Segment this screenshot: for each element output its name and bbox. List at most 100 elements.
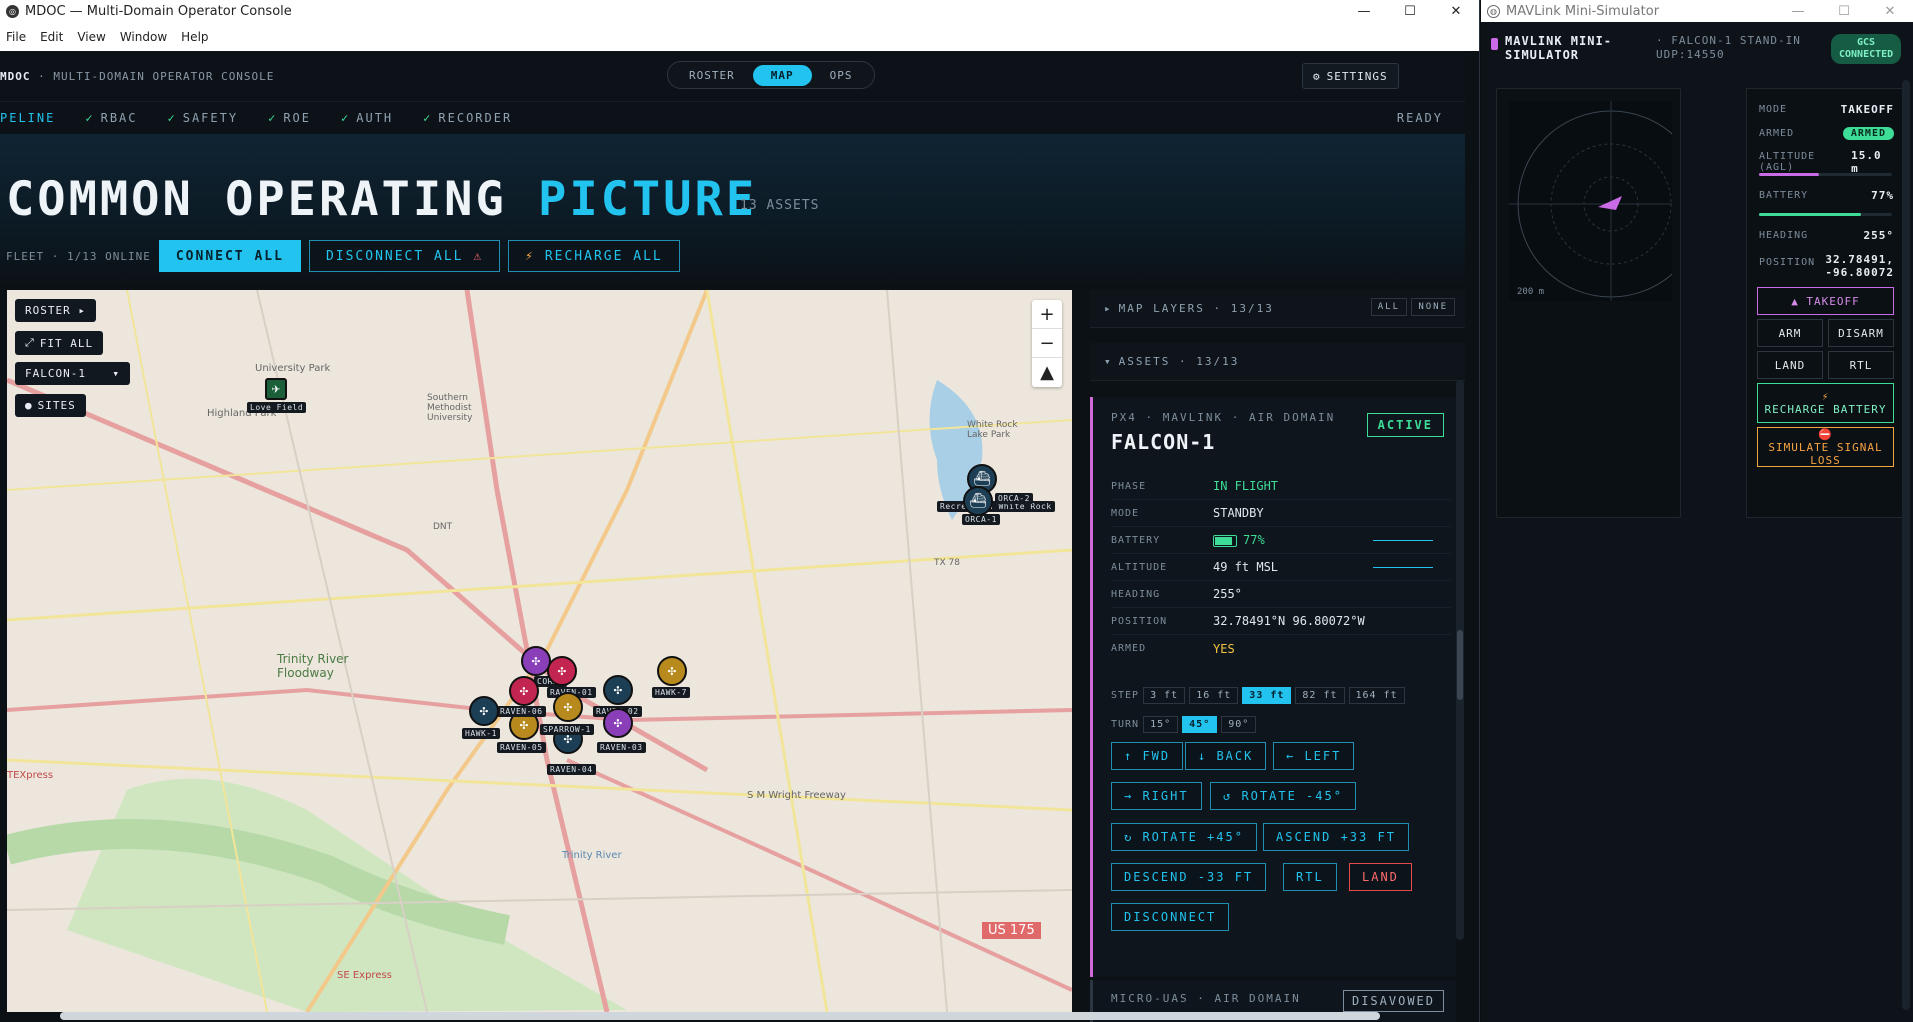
layers-all-button[interactable]: ALL bbox=[1370, 298, 1407, 316]
side-panel: ▸ MAP LAYERS · 13/13 ALL NONE ▾ ASSETS · 1… bbox=[1090, 290, 1465, 1022]
position-row: POSITION 32.78491°N 96.80072°W bbox=[1111, 608, 1451, 635]
check-icon: ✓ bbox=[85, 111, 95, 125]
turn-option[interactable]: 15° bbox=[1143, 716, 1179, 733]
pipeline-rbac: ✓ RBAC bbox=[85, 111, 138, 125]
menu-edit[interactable]: Edit bbox=[40, 30, 63, 44]
fleet-bar: FLEET · 1/13 ONLINE CONNECT ALL DISCONNE… bbox=[6, 240, 680, 272]
asset-name: FALCON-1 bbox=[1111, 430, 1216, 454]
descend-button[interactable]: DESCEND -33 FT bbox=[1111, 863, 1267, 891]
simulator-subtitle: · FALCON-1 STAND-IN UDP:14550 bbox=[1656, 34, 1801, 61]
menu-file[interactable]: File bbox=[6, 30, 26, 44]
right-button[interactable]: → RIGHT bbox=[1111, 782, 1202, 810]
map-label: White Rock Lake Park bbox=[967, 420, 1018, 440]
horizontal-scrollbar[interactable] bbox=[60, 1012, 1380, 1020]
land-button[interactable]: LAND bbox=[1757, 351, 1823, 379]
step-option[interactable]: 82 ft bbox=[1295, 687, 1345, 704]
tab-map[interactable]: MAP bbox=[752, 64, 812, 86]
maximize-icon[interactable]: ☐ bbox=[1821, 0, 1867, 22]
battery-row: BATTERY 77% bbox=[1111, 527, 1451, 554]
check-icon: ✓ bbox=[167, 111, 177, 125]
sites-toggle-button[interactable]: ● SITES bbox=[15, 394, 86, 417]
layers-none-button[interactable]: NONE bbox=[1411, 298, 1455, 316]
site-label: Love Field bbox=[247, 402, 307, 413]
highway-shield: DNT bbox=[433, 522, 453, 532]
disarm-button[interactable]: DISARM bbox=[1828, 319, 1894, 347]
armed-badge: ARMED bbox=[1842, 127, 1894, 140]
roster-toggle-button[interactable]: ROSTER ▸ bbox=[15, 299, 96, 322]
minimize-icon[interactable]: — bbox=[1775, 0, 1821, 22]
menu-help[interactable]: Help bbox=[181, 30, 208, 44]
console-titlebar: ◎ MDOC — Multi-Domain Operator Console —… bbox=[0, 0, 1479, 22]
turn-option[interactable]: 45° bbox=[1182, 716, 1218, 733]
tab-ops[interactable]: OPS bbox=[812, 65, 871, 86]
zoom-in-icon[interactable]: + bbox=[1032, 300, 1062, 329]
drone-marker-icon[interactable]: ✣ bbox=[509, 676, 539, 706]
fwd-button[interactable]: ↑ FWD bbox=[1111, 742, 1184, 770]
land-button[interactable]: LAND bbox=[1349, 863, 1412, 891]
back-button[interactable]: ↓ BACK bbox=[1185, 742, 1267, 770]
check-icon: ✓ bbox=[268, 111, 278, 125]
airport-icon[interactable]: ✈ bbox=[265, 378, 287, 400]
pipeline-bar: PELINE ✓ RBAC ✓ SAFETY ✓ ROE ✓ AUTH ✓ RECORDE… bbox=[0, 101, 1465, 134]
map-view[interactable]: ROSTER ▸ ⤢ FIT ALL FALCON-1 ▾ ● SITES + − ▲… bbox=[7, 290, 1072, 1012]
tab-roster[interactable]: ROSTER bbox=[671, 65, 753, 86]
recharge-battery-button[interactable]: ⚡ RECHARGE BATTERY bbox=[1757, 383, 1894, 423]
sim-mode: MODE TAKEOFF bbox=[1759, 103, 1894, 116]
drone-marker-icon[interactable]: ✣ bbox=[603, 708, 633, 738]
asset-count: 13 ASSETS bbox=[740, 198, 820, 213]
disconnect-all-button[interactable]: DISCONNECT ALL ⚠ bbox=[308, 240, 501, 272]
rtl-button[interactable]: RTL bbox=[1828, 351, 1894, 379]
turn-selector: TURN 15° 45° 90° bbox=[1111, 716, 1257, 733]
drone-marker-icon[interactable]: ✣ bbox=[553, 692, 583, 722]
map-label: Trinity River bbox=[562, 850, 622, 861]
map-layers-section[interactable]: ▸ MAP LAYERS · 13/13 ALL NONE bbox=[1090, 290, 1465, 328]
zoom-out-icon[interactable]: − bbox=[1032, 329, 1062, 358]
disconnect-button[interactable]: DISCONNECT bbox=[1111, 903, 1230, 931]
drone-marker-icon[interactable]: ✣ bbox=[469, 696, 499, 726]
arm-button[interactable]: ARM bbox=[1757, 319, 1823, 347]
step-option[interactable]: 164 ft bbox=[1348, 687, 1405, 704]
assets-section[interactable]: ▾ ASSETS · 13/13 bbox=[1090, 343, 1465, 381]
panel-scrollbar[interactable] bbox=[1456, 380, 1464, 940]
drone-marker-icon[interactable]: ✣ bbox=[547, 656, 577, 686]
maximize-icon[interactable]: ☐ bbox=[1387, 0, 1433, 22]
step-option[interactable]: 33 ft bbox=[1242, 687, 1292, 704]
simulator-header: MAVLINK MINI-SIMULATOR · FALCON-1 STAND-… bbox=[1491, 30, 1901, 70]
ascend-button[interactable]: ASCEND +33 FT bbox=[1263, 823, 1409, 851]
menu-window[interactable]: Window bbox=[120, 30, 167, 44]
signal-loss-button[interactable]: ⛔ SIMULATE SIGNAL LOSS bbox=[1757, 427, 1894, 467]
console-window: ◎ MDOC — Multi-Domain Operator Console —… bbox=[0, 0, 1480, 1022]
drone-marker-icon[interactable]: ✣ bbox=[657, 656, 687, 686]
settings-button[interactable]: ⚙ SETTINGS bbox=[1302, 63, 1399, 89]
step-option[interactable]: 16 ft bbox=[1189, 687, 1239, 704]
recharge-all-button[interactable]: ⚡ RECHARGE ALL bbox=[508, 240, 680, 272]
marker-label: HAWK-1 bbox=[462, 728, 500, 739]
pipeline-lead: PELINE bbox=[0, 111, 56, 125]
sim-scrollbar[interactable] bbox=[1902, 80, 1910, 1010]
drone-marker-icon[interactable]: ✣ bbox=[603, 675, 633, 705]
zoom-controls: + − ▲ bbox=[1032, 300, 1062, 387]
check-icon: ✓ bbox=[341, 111, 351, 125]
battery-sparkline bbox=[1373, 540, 1433, 541]
close-icon[interactable]: ✕ bbox=[1867, 0, 1913, 22]
fit-all-button[interactable]: ⤢ FIT ALL bbox=[15, 331, 104, 355]
menu-view[interactable]: View bbox=[77, 30, 105, 44]
armed-row: ARMED YES bbox=[1111, 641, 1235, 656]
check-icon: ✓ bbox=[423, 111, 433, 125]
turn-option[interactable]: 90° bbox=[1221, 716, 1257, 733]
asset-select[interactable]: FALCON-1 ▾ bbox=[15, 362, 130, 385]
minimize-icon[interactable]: — bbox=[1341, 0, 1387, 22]
rotate-left-button[interactable]: ↺ ROTATE -45° bbox=[1210, 782, 1356, 810]
step-option[interactable]: 3 ft bbox=[1143, 687, 1186, 704]
compass-icon[interactable]: ▲ bbox=[1032, 358, 1062, 387]
left-button[interactable]: ← LEFT bbox=[1273, 742, 1355, 770]
takeoff-button[interactable]: ▲ TAKEOFF bbox=[1757, 287, 1894, 315]
sim-telemetry-panel: MODE TAKEOFF ARMED ARMED ALTITUDE (AGL) 15.… bbox=[1746, 88, 1903, 518]
bolt-icon: ⚡ bbox=[1821, 390, 1830, 403]
connect-all-button[interactable]: CONNECT ALL bbox=[158, 240, 301, 272]
marker-label: RAVEN-06 bbox=[497, 706, 546, 717]
rotate-right-button[interactable]: ↻ ROTATE +45° bbox=[1111, 823, 1257, 851]
rtl-button[interactable]: RTL bbox=[1283, 863, 1337, 891]
close-icon[interactable]: ✕ bbox=[1433, 0, 1479, 22]
vessel-marker-icon[interactable]: ⛴ bbox=[963, 486, 993, 516]
